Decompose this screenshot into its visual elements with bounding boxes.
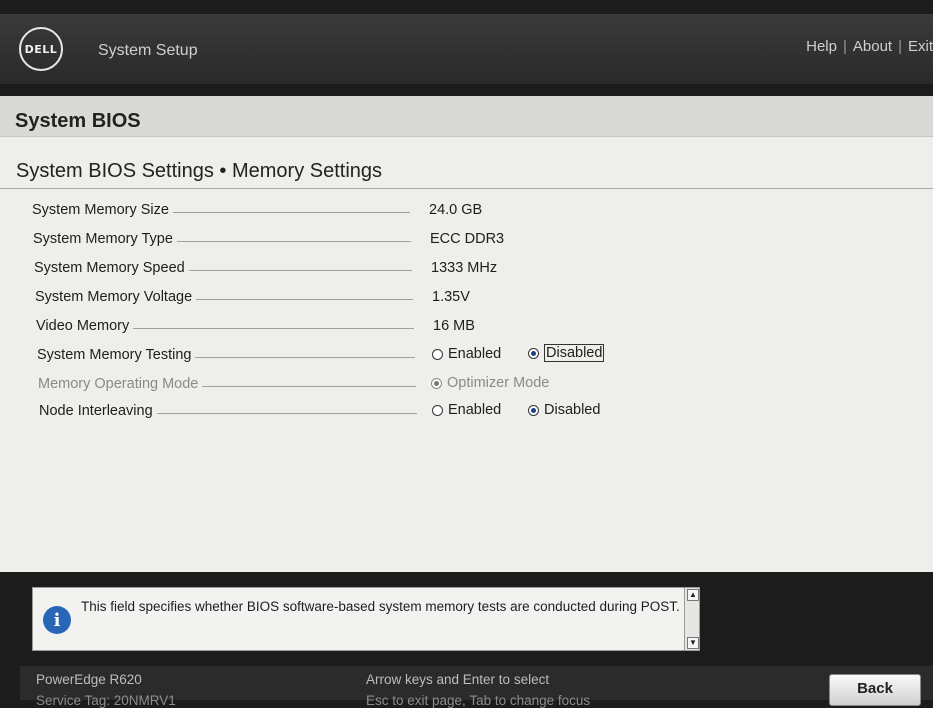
page-title: System BIOS Settings • Memory Settings — [16, 160, 383, 182]
top-links: Help | About | Exit — [806, 38, 933, 55]
setting-row-memory-size: System Memory Size 24.0 GB — [32, 200, 632, 222]
setting-label: System Memory Speed — [34, 260, 189, 276]
option-label-focused: Disabled — [544, 344, 605, 362]
setting-row-memory-voltage: System Memory Voltage 1.35V — [35, 287, 635, 309]
help-link[interactable]: Help — [806, 38, 837, 55]
setting-value: 1.35V — [432, 289, 470, 305]
radio-button-selected[interactable] — [528, 347, 539, 359]
setting-label: Node Interleaving — [39, 403, 157, 419]
section-title: System BIOS — [15, 110, 141, 132]
setting-row-memory-operating-mode: Memory Operating Mode Optimizer Mode — [38, 374, 638, 396]
setting-label: System Memory Size — [32, 202, 173, 218]
help-box: i This field specifies whether BIOS soft… — [32, 587, 700, 651]
setting-row-memory-speed: System Memory Speed 1333 MHz — [34, 258, 634, 280]
radio-button-selected — [431, 377, 442, 389]
setting-value: ECC DDR3 — [430, 231, 505, 247]
dell-logo: DELL — [19, 27, 63, 71]
setting-row-video-memory: Video Memory 16 MB — [36, 316, 636, 338]
option-label: Disabled — [544, 402, 601, 418]
link-separator: | — [898, 38, 902, 55]
radio-button[interactable] — [432, 404, 443, 416]
scroll-down-arrow-icon[interactable]: ▼ — [687, 637, 699, 649]
optimizer-mode-option: Optimizer Mode — [431, 375, 549, 391]
setting-label: System Memory Type — [33, 231, 177, 247]
keyboard-hint-2: Esc to exit page, Tab to change focus — [366, 693, 591, 708]
about-link[interactable]: About — [853, 38, 892, 55]
setting-row-node-interleaving: Node Interleaving Enabled Disabled — [39, 401, 639, 423]
setting-label: Memory Operating Mode — [38, 376, 203, 392]
memory-testing-enabled-option[interactable]: Enabled — [432, 346, 501, 362]
memory-testing-disabled-option[interactable]: Disabled — [528, 344, 605, 362]
top-header: DELL System Setup Help | About | Exit — [0, 14, 933, 84]
scroll-up-arrow-icon[interactable]: ▲ — [687, 589, 699, 601]
setting-row-memory-type: System Memory Type ECC DDR3 — [33, 229, 633, 251]
radio-button-selected[interactable] — [528, 404, 539, 416]
app-title: System Setup — [98, 42, 198, 59]
setting-value: 16 MB — [433, 318, 475, 334]
setting-row-memory-testing: System Memory Testing Enabled Disabled — [37, 344, 637, 367]
info-icon: i — [43, 606, 71, 634]
section-bar: System BIOS — [0, 96, 933, 137]
setting-label: System Memory Voltage — [35, 289, 197, 305]
node-interleaving-enabled-option[interactable]: Enabled — [432, 402, 501, 418]
setting-value: 1333 MHz — [431, 260, 498, 276]
divider — [0, 188, 933, 189]
main-panel: System BIOS System BIOS Settings • Memor… — [0, 96, 933, 572]
node-interleaving-disabled-option[interactable]: Disabled — [528, 402, 600, 418]
keyboard-hint: Arrow keys and Enter to select — [366, 672, 550, 687]
model-name: PowerEdge R620 — [36, 672, 142, 687]
link-separator: | — [842, 38, 847, 55]
radio-button[interactable] — [432, 348, 443, 360]
back-button[interactable]: Back — [829, 674, 921, 706]
option-label: Enabled — [448, 346, 502, 362]
help-text: This field specifies whether BIOS softwa… — [81, 599, 680, 614]
service-tag: Service Tag: 20NMRV1 — [36, 693, 176, 708]
footer-bar: PowerEdge R620 Service Tag: 20NMRV1 Arro… — [20, 666, 933, 708]
setting-label: System Memory Testing — [37, 347, 196, 363]
option-label: Optimizer Mode — [447, 375, 550, 391]
setting-value: 24.0 GB — [429, 202, 483, 218]
option-label: Enabled — [448, 402, 502, 418]
setting-label: Video Memory — [36, 318, 134, 334]
help-scrollbar[interactable]: ▲ ▼ — [684, 588, 699, 650]
exit-link[interactable]: Exit — [908, 38, 933, 55]
